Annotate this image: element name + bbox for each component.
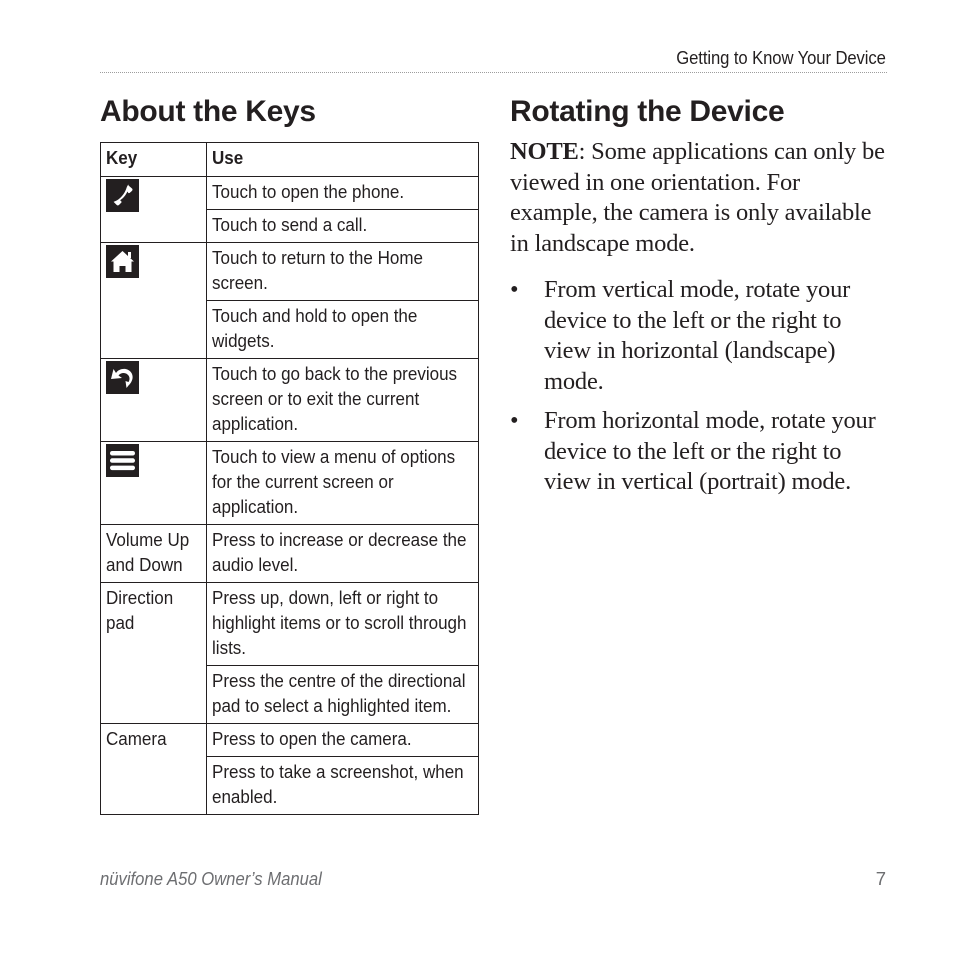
use-cell: Touch to go back to the previous screen … <box>206 358 479 442</box>
use-cell: Press to increase or decrease the audio … <box>206 524 479 583</box>
footer-manual-title: nüvifone A50 Owner’s Manual <box>100 868 322 889</box>
table-row: Volume Up and Down Press to increase or … <box>100 524 479 583</box>
rotation-instructions-list: • From vertical mode, rotate your device… <box>510 275 890 498</box>
column-header-key: Key <box>100 142 207 177</box>
list-item-text: From vertical mode, rotate your device t… <box>544 276 851 395</box>
running-header: Getting to Know Your Device <box>676 47 886 68</box>
table-header-row: Key Use <box>100 142 479 177</box>
table-row: Camera Press to open the camera. <box>100 723 479 815</box>
key-cell-direction-pad: Direction pad <box>100 582 207 724</box>
page-number: 7 <box>875 868 886 889</box>
bullet-icon: • <box>510 276 519 303</box>
use-cell: Touch to send a call. <box>206 209 479 243</box>
use-cell: Touch to view a menu of options for the … <box>206 441 479 525</box>
back-icon <box>106 361 139 394</box>
column-header-use: Use <box>206 142 479 177</box>
use-cell: Press up, down, left or right to highlig… <box>206 582 479 666</box>
use-cell: Press to take a screenshot, when enabled… <box>206 756 479 815</box>
key-cell-home <box>100 242 207 359</box>
table-row: Touch to view a menu of options for the … <box>100 441 479 525</box>
section-title-rotating-device: Rotating the Device <box>510 95 785 128</box>
header-divider <box>100 72 887 73</box>
list-item: • From vertical mode, rotate your device… <box>510 275 890 397</box>
table-row: Direction pad Press up, down, left or ri… <box>100 582 479 724</box>
phone-icon <box>106 179 139 212</box>
menu-icon <box>106 444 139 477</box>
use-cell: Press the centre of the directional pad … <box>206 665 479 724</box>
table-row: Touch to go back to the previous screen … <box>100 358 479 442</box>
use-cell: Touch and hold to open the widgets. <box>206 300 479 359</box>
key-cell-camera: Camera <box>100 723 207 815</box>
list-item: • From horizontal mode, rotate your devi… <box>510 406 890 498</box>
rotating-body: NOTE: Some applications can only be view… <box>510 137 890 507</box>
keys-table: Key Use Touch to open the phone. Touch t… <box>100 142 479 815</box>
table-row: Touch to open the phone. <box>100 176 479 243</box>
key-cell-back <box>100 358 207 442</box>
section-title-about-keys: About the Keys <box>100 95 316 128</box>
key-cell-menu <box>100 441 207 525</box>
home-icon <box>106 245 139 278</box>
use-cell: Touch to return to the Home screen. <box>206 242 479 301</box>
key-cell-volume: Volume Up and Down <box>100 524 207 583</box>
note-label: NOTE <box>510 138 579 165</box>
key-cell-phone <box>100 176 207 243</box>
list-item-text: From horizontal mode, rotate your device… <box>544 407 876 495</box>
use-cell: Touch to open the phone. <box>206 176 479 210</box>
bullet-icon: • <box>510 407 519 434</box>
use-cell: Press to open the camera. <box>206 723 479 757</box>
note-paragraph: NOTE: Some applications can only be view… <box>510 137 890 259</box>
table-row: Touch to return to the Home screen. <box>100 242 479 359</box>
